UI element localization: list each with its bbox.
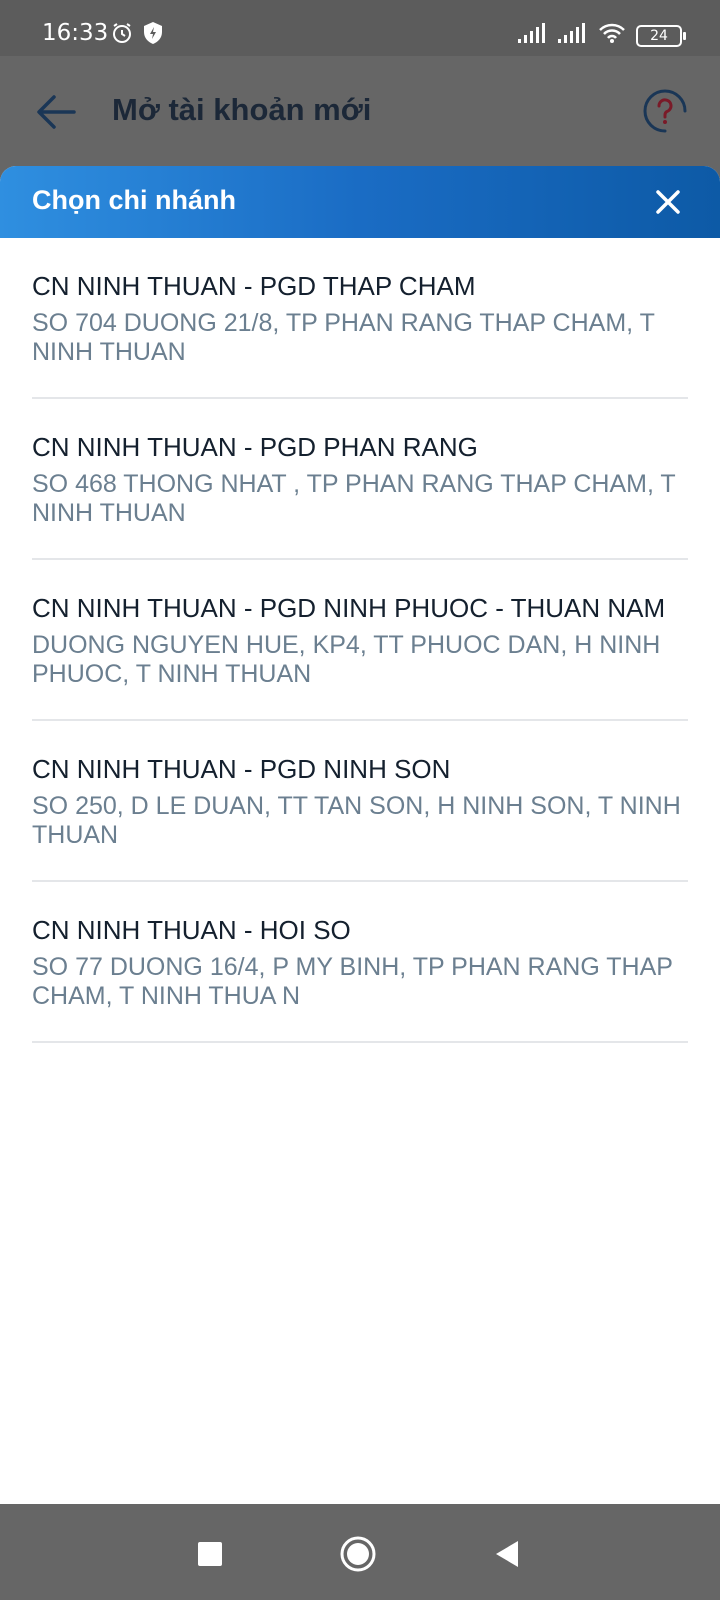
list-item[interactable]: CN NINH THUAN - PGD THAP CHAM SO 704 DUO… (32, 238, 688, 399)
branch-address: SO 77 DUONG 16/4, P MY BINH, TP PHAN RAN… (32, 953, 673, 1010)
status-time: 16:33 (42, 20, 109, 46)
signal-icon (518, 23, 548, 48)
status-icons-left (110, 21, 164, 50)
branch-address: SO 704 DUONG 21/8, TP PHAN RANG THAP CHA… (32, 309, 655, 366)
shield-bolt-icon (142, 21, 164, 50)
branch-name: CN NINH THUAN - PGD NINH PHUOC - THUAN N… (32, 593, 666, 623)
help-circle-icon[interactable] (642, 88, 688, 134)
system-nav-bar (0, 1504, 720, 1600)
home-circle-icon[interactable] (338, 1534, 378, 1574)
wifi-icon (598, 22, 626, 49)
branch-address: SO 468 THONG NHAT , TP PHAN RANG THAP CH… (32, 470, 676, 527)
battery-icon: 24 (636, 24, 686, 47)
page-title: Mở tài khoản mới (112, 92, 372, 127)
branch-picker-sheet: Chọn chi nhánh CN NINH THUAN - PGD THAP … (0, 166, 720, 1504)
app-header: Mở tài khoản mới (0, 56, 720, 166)
arrow-left-icon[interactable] (34, 90, 78, 134)
branch-address: DUONG NGUYEN HUE, KP4, TT PHUOC DAN, H N… (32, 631, 661, 688)
branch-list: CN NINH THUAN - PGD THAP CHAM SO 704 DUO… (0, 238, 720, 1043)
sheet-title: Chọn chi nhánh (32, 185, 236, 215)
list-item[interactable]: CN NINH THUAN - PGD NINH PHUOC - THUAN N… (32, 560, 688, 721)
alarm-icon (110, 21, 134, 50)
list-item[interactable]: CN NINH THUAN - PGD PHAN RANG SO 468 THO… (32, 399, 688, 560)
sheet-header: Chọn chi nhánh (0, 166, 720, 238)
signal-icon (558, 23, 588, 48)
branch-name: CN NINH THUAN - PGD PHAN RANG (32, 432, 478, 462)
list-item[interactable]: CN NINH THUAN - HOI SO SO 77 DUONG 16/4,… (32, 882, 688, 1043)
branch-name: CN NINH THUAN - PGD THAP CHAM (32, 271, 476, 301)
status-icons-right: 24 (518, 22, 686, 49)
branch-address: SO 250, D LE DUAN, TT TAN SON, H NINH SO… (32, 792, 681, 849)
branch-name: CN NINH THUAN - HOI SO (32, 915, 351, 945)
close-icon[interactable] (652, 186, 684, 218)
list-item[interactable]: CN NINH THUAN - PGD NINH SON SO 250, D L… (32, 721, 688, 882)
recents-square-icon[interactable] (190, 1534, 230, 1574)
branch-name: CN NINH THUAN - PGD NINH SON (32, 754, 451, 784)
status-bar: 16:33 24 (0, 0, 720, 56)
back-triangle-icon[interactable] (488, 1534, 528, 1574)
